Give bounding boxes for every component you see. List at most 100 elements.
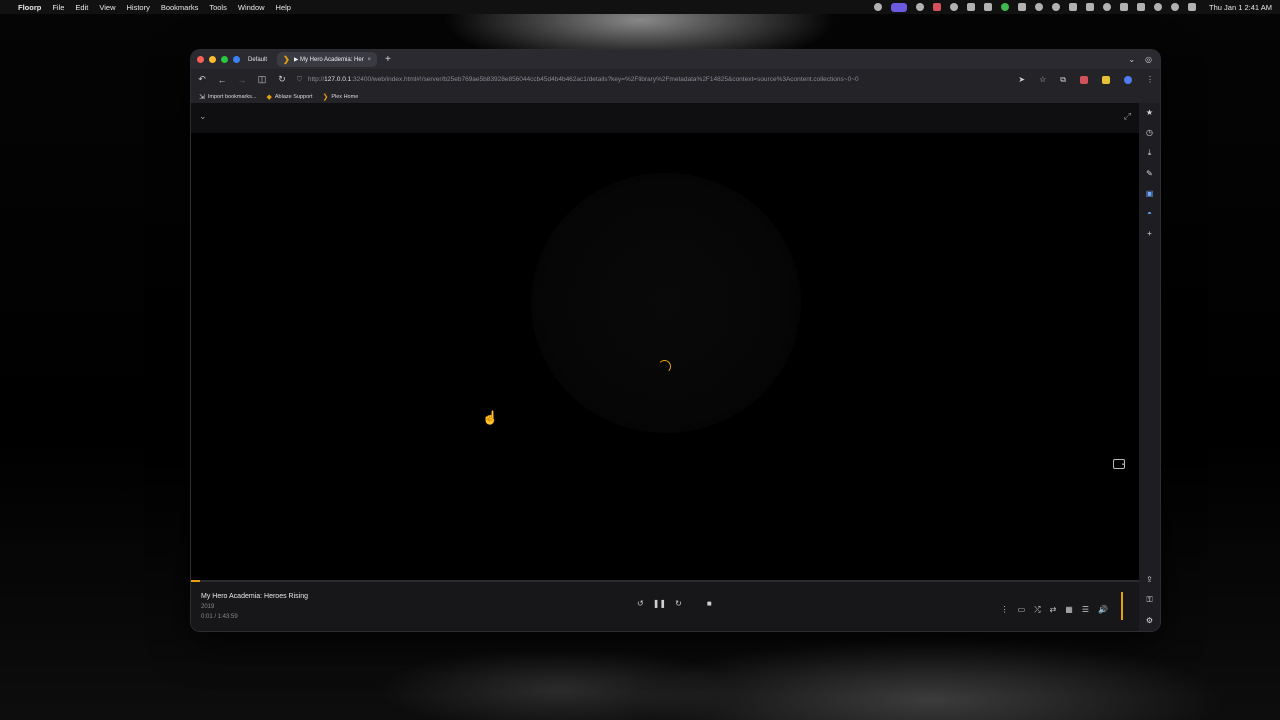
picture-in-picture-icon[interactable]: ▪ <box>1113 459 1125 469</box>
plex-player: ⌄ ⤢ ☝ ▪ My Hero Academia: Heroes Rising … <box>191 103 1139 631</box>
replay-icon[interactable]: ↺ <box>637 599 644 608</box>
reload-button[interactable]: ↻ <box>277 74 287 85</box>
forward-button[interactable]: → <box>237 75 247 85</box>
status-play-icon[interactable] <box>1035 3 1044 11</box>
skip-forward-icon[interactable]: ↻ <box>675 599 682 608</box>
status-brightness-icon[interactable] <box>1052 3 1061 11</box>
zoom-window-button[interactable] <box>221 56 228 63</box>
share-icon[interactable]: ➤ <box>1018 75 1025 84</box>
more-options-icon[interactable]: ⋮ <box>1001 605 1009 614</box>
fullscreen-icon[interactable]: ⤢ <box>1124 111 1131 122</box>
tab-title: ▶ My Hero Academia: Heroes R <box>293 57 364 63</box>
sidebar-settings-gear-icon[interactable]: ⚙ <box>1146 616 1153 625</box>
play-queue-icon[interactable]: ☰ <box>1082 605 1089 614</box>
bookmark-star-icon[interactable]: ☆ <box>1039 75 1046 84</box>
browser-sidebar: ★ ◷ ⤓ ✎ ▣ ◓ + ⇪ ⚿ ⚙ <box>1139 103 1160 631</box>
menu-edit[interactable]: Edit <box>75 3 88 12</box>
collapse-player-chevron-icon[interactable]: ⌄ <box>199 111 207 122</box>
status-control-center-icon[interactable] <box>1188 3 1197 11</box>
status-broadcast-icon[interactable] <box>950 3 959 11</box>
status-app-icon[interactable] <box>874 3 883 11</box>
status-moon-icon[interactable] <box>1103 3 1112 11</box>
video-area[interactable]: ☝ ▪ <box>191 133 1139 580</box>
import-icon: ⇲ <box>199 93 205 101</box>
menu-help[interactable]: Help <box>276 3 291 12</box>
status-green-app-icon[interactable] <box>1001 3 1010 11</box>
status-clock-icon[interactable] <box>916 3 925 11</box>
url-path: :32400/web/index.html#!/server/b25eb769a… <box>351 76 859 83</box>
workspace-label[interactable]: Default <box>248 57 267 63</box>
status-keyboard-icon[interactable] <box>1086 3 1095 11</box>
menu-view[interactable]: View <box>99 3 115 12</box>
sidebar-extension-icon[interactable]: ◓ <box>1147 209 1152 218</box>
menu-history[interactable]: History <box>126 3 149 12</box>
extension-yellow-icon[interactable] <box>1102 75 1110 84</box>
sidebar-download-icon[interactable]: ⤓ <box>1148 148 1152 158</box>
player-control-bar: My Hero Academia: Heroes Rising 2019 0:0… <box>191 580 1139 631</box>
menu-app-floorp[interactable]: Floorp <box>18 3 41 12</box>
tab-list-chevron-icon[interactable]: ⌄ <box>1128 55 1135 64</box>
workspace-icon[interactable] <box>233 56 240 63</box>
sidebar-bottom: ⇪ ⚿ ⚙ <box>1146 575 1153 631</box>
hand-cursor-icon: ☝ <box>482 410 499 425</box>
sidebar-send-icon[interactable]: ⇪ <box>1146 575 1153 584</box>
minimize-window-button[interactable] <box>209 56 216 63</box>
extensions-icon[interactable]: ⧉ <box>1060 75 1066 85</box>
sidebar-notes-icon[interactable]: ✎ <box>1146 169 1153 178</box>
menu-bookmarks[interactable]: Bookmarks <box>161 3 199 12</box>
sidebar-bookmarks-star-icon[interactable]: ★ <box>1146 108 1153 117</box>
tracking-shield-icon[interactable]: ⛉ <box>297 76 302 84</box>
progress-bar[interactable] <box>191 580 1139 582</box>
playback-controls: ↺ ❚❚ ↻ ■ <box>637 599 712 608</box>
sidebar-key-icon[interactable]: ⚿ <box>1146 595 1152 605</box>
shuffle-icon[interactable]: ⤮ <box>1034 605 1040 615</box>
sidebar-translate-icon[interactable]: ▣ <box>1146 189 1154 198</box>
player-top-bar: ⌄ ⤢ <box>191 103 1139 133</box>
profile-avatar-icon[interactable] <box>1124 75 1132 84</box>
settings-adjust-icon[interactable]: ⇄ <box>1050 605 1057 614</box>
status-window-icon[interactable] <box>1069 3 1078 11</box>
cast-screen-icon[interactable]: ▭ <box>1018 605 1026 614</box>
bookmark-import[interactable]: ⇲ Import bookmarks... <box>199 93 256 101</box>
menu-file[interactable]: File <box>52 3 64 12</box>
bookmark-label: Ablaze Support <box>274 93 313 100</box>
bookmark-plex-home[interactable]: ❯ Plex Home <box>322 93 358 101</box>
pause-icon[interactable]: ❚❚ <box>653 599 666 608</box>
close-window-button[interactable] <box>197 56 204 63</box>
status-grid-icon[interactable] <box>933 3 942 11</box>
sidebar-add-icon[interactable]: + <box>1147 229 1152 238</box>
volume-slider[interactable] <box>1121 592 1123 620</box>
menu-window[interactable]: Window <box>238 3 265 12</box>
menu-clock[interactable]: Thu Jan 1 2:41 AM <box>1209 3 1272 12</box>
extension-red-icon[interactable] <box>1080 75 1088 84</box>
status-search-icon[interactable] <box>1171 3 1180 11</box>
url-text[interactable]: http://127.0.0.1:32400/web/index.html#!/… <box>308 76 859 83</box>
grid-icon[interactable]: ▦ <box>1065 605 1073 614</box>
status-wifi-icon[interactable] <box>1137 3 1146 11</box>
status-user-icon[interactable] <box>1154 3 1163 11</box>
volume-icon[interactable]: 🔊 <box>1098 605 1108 614</box>
status-shield-icon[interactable] <box>967 3 976 11</box>
tab-plex-player[interactable]: ❯ ▶ My Hero Academia: Heroes R × <box>277 52 378 67</box>
back-button[interactable]: ↶ <box>197 74 207 85</box>
sync-icon[interactable]: ◎ <box>1145 55 1152 64</box>
stop-icon[interactable]: ■ <box>707 599 712 608</box>
menu-tools[interactable]: Tools <box>209 3 227 12</box>
player-options: ⋮ ▭ ⤮ ⇄ ▦ ☰ 🔊 <box>1001 592 1123 620</box>
tab-close-icon[interactable]: × <box>368 57 372 63</box>
sidebar-toggle-icon[interactable]: ◫ <box>257 74 267 85</box>
status-screen-record-icon[interactable] <box>891 2 908 12</box>
media-title[interactable]: My Hero Academia: Heroes Rising <box>201 593 308 600</box>
bookmark-ablaze-support[interactable]: ◆ Ablaze Support <box>266 93 312 101</box>
status-chevron-icon[interactable] <box>1018 3 1027 11</box>
menu-more-icon[interactable]: ⋮ <box>1146 75 1154 84</box>
sidebar-history-icon[interactable]: ◷ <box>1146 128 1153 137</box>
back-arrow-button[interactable]: ← <box>217 75 227 85</box>
ablaze-icon: ◆ <box>266 93 272 101</box>
status-battery-icon[interactable] <box>1120 3 1129 11</box>
media-info: My Hero Academia: Heroes Rising 2019 0:0… <box>201 593 308 620</box>
new-tab-button[interactable]: + <box>385 54 391 65</box>
status-lines-icon[interactable] <box>984 3 993 11</box>
address-bar[interactable]: ⛉ http://127.0.0.1:32400/web/index.html#… <box>297 72 1008 87</box>
url-scheme: http:// <box>307 76 325 83</box>
